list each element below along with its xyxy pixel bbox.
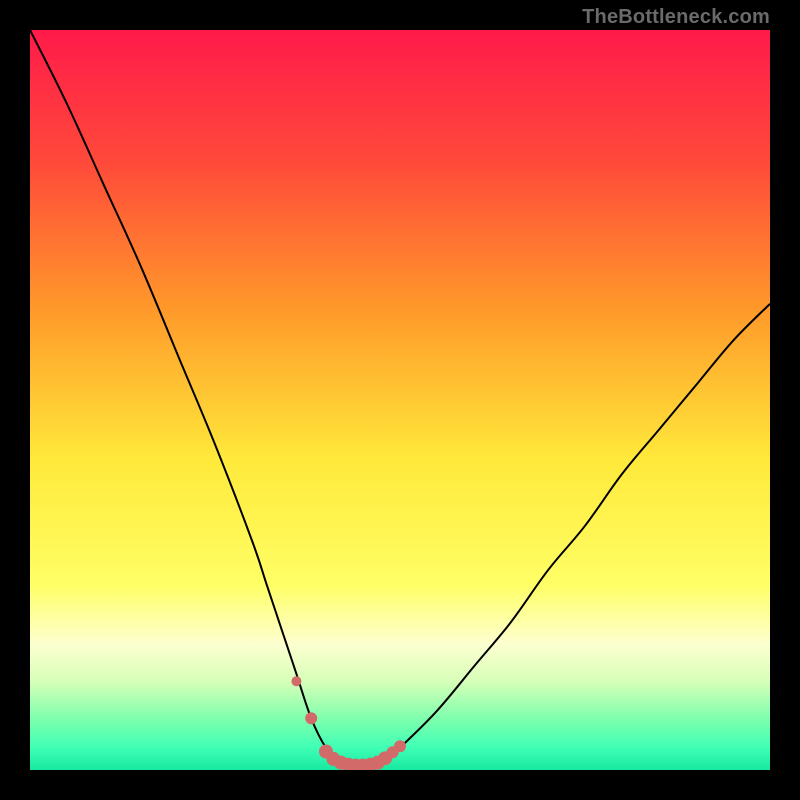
highlight-marker: [394, 740, 406, 752]
chart-container: TheBottleneck.com: [0, 0, 800, 800]
plot-area: [30, 30, 770, 770]
highlight-marker: [291, 676, 301, 686]
highlight-marker: [305, 712, 317, 724]
watermark-label: TheBottleneck.com: [582, 6, 770, 29]
highlight-markers: [291, 676, 406, 770]
curve-layer: [30, 30, 770, 770]
bottleneck-curve: [30, 30, 770, 770]
